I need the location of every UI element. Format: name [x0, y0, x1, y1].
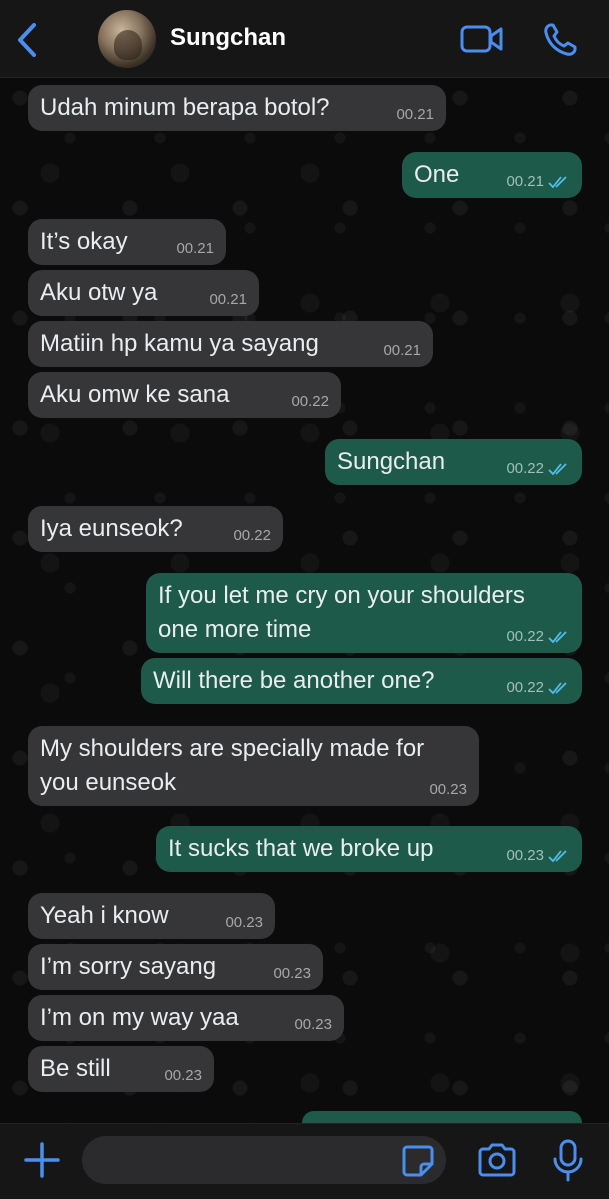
- message-time: 00.22: [506, 460, 544, 477]
- read-receipt-icon: [548, 850, 567, 863]
- sticker-button[interactable]: [401, 1144, 435, 1178]
- video-camera-icon: [460, 25, 503, 53]
- message-input[interactable]: [82, 1136, 446, 1184]
- phone-icon: [544, 23, 577, 56]
- message-bubble-incoming[interactable]: Yeah i know 00.23: [28, 893, 275, 939]
- message-time: 00.23: [273, 965, 311, 982]
- voice-call-button[interactable]: [540, 20, 580, 60]
- message-bubble-outgoing[interactable]: If you let me cry on your shoulders one …: [146, 573, 582, 653]
- message-bubble-outgoing[interactable]: One 00.21: [402, 152, 582, 198]
- message-meta: 00.22: [506, 628, 570, 646]
- message-time: 00.23: [225, 914, 263, 931]
- message-bubble-incoming[interactable]: Aku otw ya 00.21: [28, 270, 259, 316]
- message-meta: 00.23: [273, 965, 311, 983]
- message-time: 00.21: [396, 106, 434, 123]
- sticker-icon: [402, 1145, 434, 1177]
- message-bubble-incoming[interactable]: I’m on my way yaa 00.23: [28, 995, 344, 1041]
- message-bubble-outgoing[interactable]: Sungchan 00.22: [325, 439, 582, 485]
- message-meta: 00.23: [506, 847, 570, 865]
- plus-icon: [24, 1142, 60, 1178]
- message-time: 00.21: [209, 291, 247, 308]
- read-receipt-icon: [548, 463, 567, 476]
- message-time: 00.22: [233, 527, 271, 544]
- message-meta: 00.21: [506, 173, 570, 191]
- message-bubble-incoming[interactable]: Aku omw ke sana 00.22: [28, 372, 341, 418]
- message-bubble-incoming[interactable]: Iya eunseok? 00.22: [28, 506, 283, 552]
- message-meta: 00.22: [233, 527, 271, 545]
- message-bubble-outgoing[interactable]: It sucks that we broke up 00.23: [156, 826, 582, 872]
- message-text: Udah minum berapa botol?: [40, 94, 330, 121]
- message-list[interactable]: Udah minum berapa botol? 00.21 One 00.21…: [0, 78, 609, 1123]
- message-meta: 00.21: [176, 240, 214, 258]
- composer-bar: [0, 1123, 609, 1199]
- chevron-left-icon: [18, 23, 36, 57]
- message-bubble-incoming[interactable]: Be still 00.23: [28, 1046, 214, 1092]
- message-bubble-incoming[interactable]: It’s okay 00.21: [28, 219, 226, 265]
- message-meta: 00.23: [225, 914, 263, 932]
- message-time: 00.22: [506, 628, 544, 645]
- message-time: 00.23: [429, 781, 467, 798]
- message-time: 00.23: [294, 1016, 332, 1033]
- read-receipt-icon: [548, 176, 567, 189]
- message-meta: 00.22: [506, 460, 570, 478]
- read-receipt-icon: [548, 682, 567, 695]
- message-time: 00.21: [506, 173, 544, 190]
- chat-header: Sungchan: [0, 0, 609, 78]
- message-time: 00.23: [164, 1067, 202, 1084]
- message-bubble-incoming[interactable]: Matiin hp kamu ya sayang 00.21: [28, 321, 433, 367]
- message-bubble-outgoing[interactable]: Will there be another one? 00.22: [141, 658, 582, 704]
- message-text-line: you eunseok: [40, 769, 177, 796]
- read-receipt-icon: [548, 631, 567, 644]
- message-bubble-incoming[interactable]: Udah minum berapa botol? 00.21: [28, 85, 446, 131]
- chat-screen: Sungchan Udah minum berapa botol? 00.21 …: [0, 0, 609, 1199]
- message-time: 00.21: [176, 240, 214, 257]
- camera-icon: [478, 1143, 516, 1177]
- message-meta: 00.21: [383, 342, 421, 360]
- message-meta: 00.23: [429, 781, 467, 799]
- message-text: Matiin hp kamu ya sayang: [40, 330, 319, 357]
- message-bubble-incoming[interactable]: My shoulders are specially made for you …: [28, 726, 479, 806]
- message-text-line: My shoulders are specially made for: [40, 735, 425, 762]
- message-time: 00.21: [383, 342, 421, 359]
- message-meta: 00.23: [294, 1016, 332, 1034]
- message-time: 00.22: [291, 393, 329, 410]
- microphone-icon: [553, 1139, 583, 1182]
- message-bubble-incoming[interactable]: I’m sorry sayang 00.23: [28, 944, 323, 990]
- message-meta: 00.21: [396, 106, 434, 124]
- message-meta: 00.23: [164, 1067, 202, 1085]
- avatar[interactable]: [98, 10, 156, 68]
- message-meta: 00.21: [209, 291, 247, 309]
- contact-name[interactable]: Sungchan: [170, 24, 286, 52]
- message-meta: 00.22: [291, 393, 329, 411]
- message-time: 00.23: [506, 847, 544, 864]
- message-time: 00.22: [506, 679, 544, 696]
- voice-message-button[interactable]: [548, 1138, 588, 1184]
- camera-button[interactable]: [476, 1142, 518, 1180]
- attach-button[interactable]: [22, 1140, 62, 1180]
- back-button[interactable]: [10, 20, 44, 60]
- message-text-line: If you let me cry on your shoulders: [158, 582, 525, 609]
- message-meta: 00.22: [506, 679, 570, 697]
- video-call-button[interactable]: [460, 20, 504, 58]
